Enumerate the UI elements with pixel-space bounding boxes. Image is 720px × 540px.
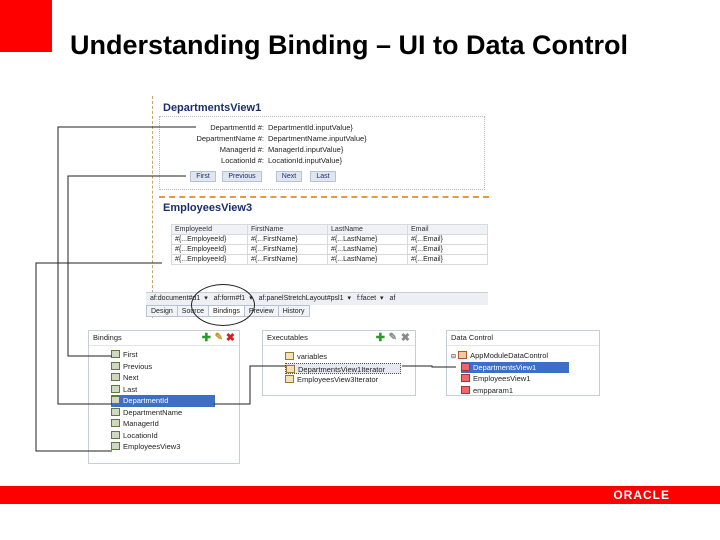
connector-line [35,262,162,452]
connector-line [67,175,186,357]
connector-lines [35,126,456,452]
oracle-logo: ORACLE [613,488,670,502]
connector-line [402,365,456,368]
footer-bar [0,486,720,504]
connector-line [214,365,286,405]
connector-line [57,126,196,405]
